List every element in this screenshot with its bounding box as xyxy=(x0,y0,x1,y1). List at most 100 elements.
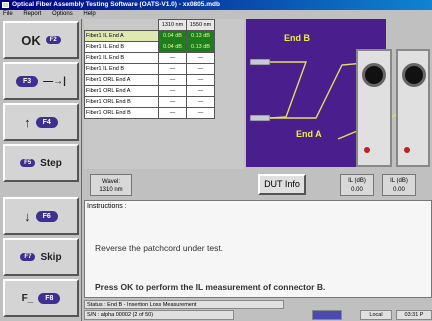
col-1550: 1550 nm xyxy=(186,19,215,31)
menu-options[interactable]: Options xyxy=(52,11,73,17)
result-cell: 0.04 dB xyxy=(158,30,187,42)
result-cell: — xyxy=(158,107,187,119)
ok-label: OK xyxy=(21,32,41,48)
end-a-label: End A xyxy=(296,129,322,139)
instruction-line-2: Press OK to perform the IL measurement o… xyxy=(95,282,326,292)
ok-button[interactable]: OK F2 xyxy=(3,21,79,59)
connector-a-plug xyxy=(249,114,271,122)
step-label: Step xyxy=(40,157,62,169)
result-cell: 0.13 dB xyxy=(186,41,215,53)
f8-key-badge: F8 xyxy=(38,292,61,304)
il-box-1: IL (dB) 0.00 xyxy=(340,174,374,196)
result-cell: 0.04 dB xyxy=(158,41,187,53)
end-b-label: End B xyxy=(284,33,310,43)
il-box-1-value: 0.00 xyxy=(351,187,363,193)
function-key-panel: OK F2 F3 —→| ↑ F4 F5 Step ↓ F6 F7 Skip F… xyxy=(0,19,82,321)
app-icon xyxy=(2,2,9,8)
table-row[interactable]: Fiber1 ORL End A — — xyxy=(84,74,215,86)
f3-key-badge: F3 xyxy=(16,75,39,87)
fiber-line-a xyxy=(270,62,365,119)
fiber-line-b xyxy=(269,61,307,119)
row-label: Fiber1 ORL End A xyxy=(84,85,159,97)
wavelength-value: 1310 nm xyxy=(99,187,123,193)
table-row[interactable]: Fiber1 IL End B — — xyxy=(84,63,215,75)
status-text: Status : End B - Insertion Loss Measurem… xyxy=(84,300,284,309)
row-label: Fiber1 ORL End B xyxy=(84,96,159,108)
menu-file[interactable]: File xyxy=(3,11,13,17)
f6-key-badge: F6 xyxy=(35,210,58,222)
goto-end-icon: —→| xyxy=(43,75,66,87)
f4-key-badge: F4 xyxy=(35,116,58,128)
clock: 03:31 P xyxy=(396,310,432,320)
instructions-panel: Instructions : Reverse the patchcord und… xyxy=(84,200,432,298)
table-row[interactable]: Fiber1 ORL End A — — xyxy=(84,85,215,97)
il-box-2-value: 0.00 xyxy=(393,187,405,193)
il-box-1-label: IL (dB) xyxy=(348,178,366,184)
status-bar: Status : End B - Insertion Loss Measurem… xyxy=(84,299,432,321)
table-corner xyxy=(84,19,159,31)
result-cell: — xyxy=(186,107,215,119)
step-button[interactable]: F5 Step xyxy=(3,144,79,182)
instruction-line-1: Reverse the patchcord under test. xyxy=(95,243,224,253)
window-title: Optical Fiber Assembly Testing Software … xyxy=(12,1,220,8)
result-cell: — xyxy=(158,74,187,86)
up-button[interactable]: ↑ F4 xyxy=(3,103,79,141)
mode-indicator: Local xyxy=(360,310,392,320)
f2-key-badge: F2 xyxy=(45,36,61,44)
wavelength-label: Wavel: xyxy=(101,179,121,185)
dut-info-button[interactable]: DUT Info xyxy=(258,174,306,195)
skip-button[interactable]: F7 Skip xyxy=(3,238,79,276)
results-table-body: Fiber1 IL End A 0.04 dB 0.13 dB Fiber1 IL E… xyxy=(84,30,215,119)
instructions-heading: Instructions : xyxy=(87,203,127,210)
f7-key-badge: F7 xyxy=(20,253,36,261)
port-1-icon xyxy=(362,63,386,87)
status-led-2 xyxy=(404,147,410,153)
port-panel-2 xyxy=(396,49,430,167)
result-cell: — xyxy=(158,96,187,108)
title-bar: Optical Fiber Assembly Testing Software … xyxy=(0,0,432,10)
results-table: 1310 nm 1550 nm Fiber1 IL End A 0.04 dB 0.… xyxy=(84,19,215,119)
menu-report[interactable]: Report xyxy=(23,11,41,17)
row-label: Fiber1 IL End A xyxy=(84,30,159,42)
wavelength-box: Wavel: 1310 nm xyxy=(90,174,132,196)
serial-number: S/N : alpha 00002 (2 of 50) xyxy=(84,310,234,320)
result-cell: — xyxy=(158,85,187,97)
result-cell: — xyxy=(186,63,215,75)
f5-key-badge: F5 xyxy=(20,159,36,167)
info-row: Wavel: 1310 nm DUT Info IL (dB) 0.00 IL … xyxy=(84,172,432,198)
row-label: Fiber1 IL End B xyxy=(84,52,159,64)
result-cell: — xyxy=(186,85,215,97)
results-table-area: 1310 nm 1550 nm Fiber1 IL End A 0.04 dB 0.… xyxy=(84,19,244,169)
result-cell: 0.13 dB xyxy=(186,30,215,42)
f8-label: F_ xyxy=(21,292,34,304)
row-label: Fiber1 IL End B xyxy=(84,41,159,53)
row-label: Fiber1 ORL End B xyxy=(84,107,159,119)
table-row[interactable]: Fiber1 ORL End B — — xyxy=(84,96,215,108)
arrow-up-icon: ↑ xyxy=(24,114,31,130)
table-row[interactable]: Fiber1 ORL End B — — xyxy=(84,107,215,119)
il-box-2: IL (dB) 0.00 xyxy=(382,174,416,196)
goto-end-button[interactable]: F3 —→| xyxy=(3,62,79,100)
f8-button[interactable]: F_ F8 xyxy=(3,279,79,317)
port-panel-1 xyxy=(356,49,392,167)
result-cell: — xyxy=(158,63,187,75)
result-cell: — xyxy=(158,52,187,64)
connector-b-plug xyxy=(249,58,271,66)
table-row[interactable]: Fiber1 IL End A 0.04 dB 0.13 dB xyxy=(84,30,215,42)
table-row[interactable]: Fiber1 IL End B — — xyxy=(84,52,215,64)
skip-label: Skip xyxy=(40,251,62,263)
connection-diagram: End B End A xyxy=(246,19,432,169)
menu-bar: File Report Options Help xyxy=(0,10,432,19)
table-row[interactable]: Fiber1 IL End B 0.04 dB 0.13 dB xyxy=(84,41,215,53)
result-cell: — xyxy=(186,96,215,108)
down-button[interactable]: ↓ F6 xyxy=(3,197,79,235)
status-led-1 xyxy=(364,147,370,153)
il-box-2-label: IL (dB) xyxy=(390,178,408,184)
result-cell: — xyxy=(186,74,215,86)
row-label: Fiber1 ORL End A xyxy=(84,74,159,86)
result-cell: — xyxy=(186,52,215,64)
menu-help[interactable]: Help xyxy=(83,11,95,17)
col-1310: 1310 nm xyxy=(158,19,187,31)
row-label: Fiber1 IL End B xyxy=(84,63,159,75)
arrow-down-icon: ↓ xyxy=(24,208,31,224)
